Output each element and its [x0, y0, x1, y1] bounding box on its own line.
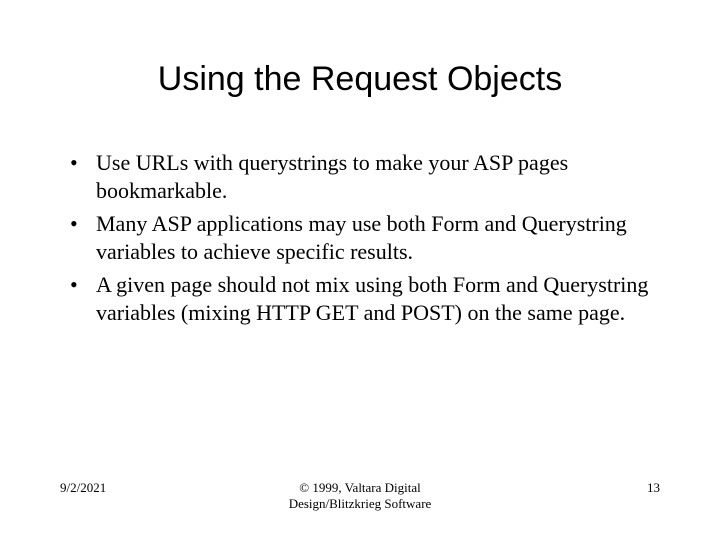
footer-date: 9/2/2021	[60, 480, 180, 496]
footer-copyright: © 1999, Valtara Digital Design/Blitzkrie…	[289, 480, 432, 512]
footer-page-number: 13	[540, 480, 660, 496]
list-item: Many ASP applications may use both Form …	[70, 210, 660, 265]
list-item: A given page should not mix using both F…	[70, 271, 660, 326]
slide: Using the Request Objects Use URLs with …	[0, 0, 720, 540]
footer: 9/2/2021 © 1999, Valtara Digital Design/…	[60, 480, 660, 512]
slide-title: Using the Request Objects	[60, 60, 660, 99]
list-item: Use URLs with querystrings to make your …	[70, 149, 660, 204]
bullet-list: Use URLs with querystrings to make your …	[60, 149, 660, 326]
